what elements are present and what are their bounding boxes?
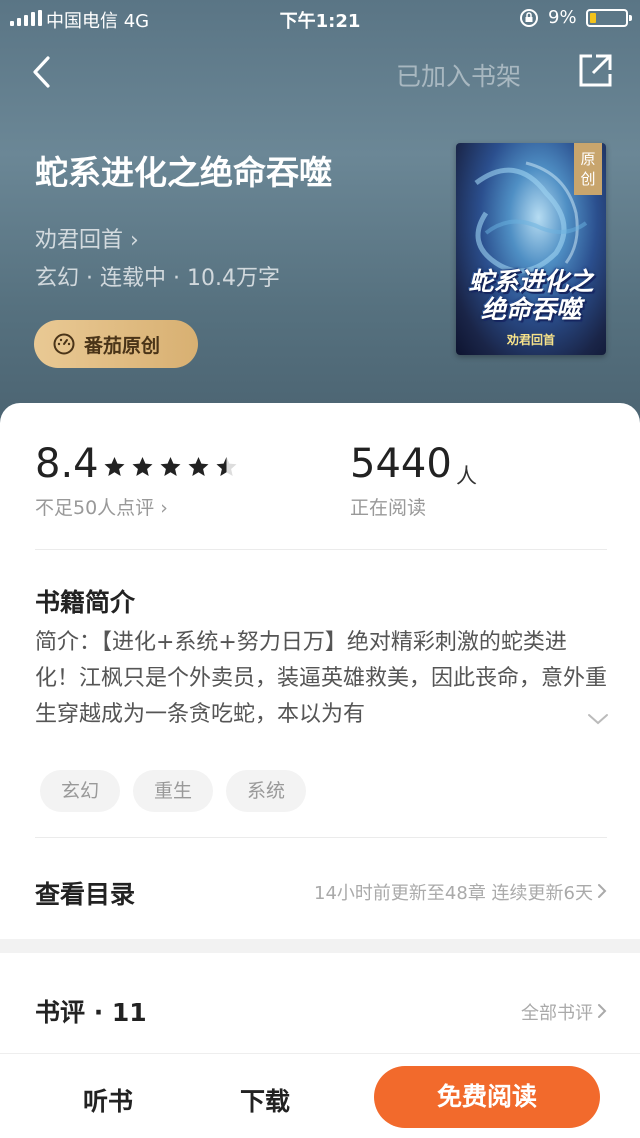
tag-chip[interactable]: 玄幻	[40, 770, 121, 812]
chevron-right-icon	[598, 884, 607, 898]
summary-fade	[460, 697, 570, 733]
star-icon	[104, 457, 125, 476]
rating-count-link[interactable]: 不足50人点评 ›	[35, 493, 168, 520]
status-bar: 中国电信 4G 下午1:21 9%	[0, 0, 640, 36]
rotation-lock-icon	[520, 9, 538, 27]
book-details-card: 8.4 不足50人点评 › 5440 人 正在阅读 书籍简介 简介：【进化+系统…	[0, 403, 640, 939]
author-link[interactable]: 劝君回首 ›	[35, 222, 139, 254]
cover-title: 蛇系进化之 绝命吞噬	[468, 267, 594, 324]
chevron-right-icon	[598, 1004, 607, 1018]
back-button[interactable]	[26, 52, 62, 92]
download-button[interactable]: 下载	[240, 1082, 290, 1118]
star-rating	[102, 455, 239, 479]
bottom-action-bar: 听书 下载 免费阅读	[0, 1053, 640, 1138]
fanqie-original-badge[interactable]: 番茄原创	[34, 320, 198, 368]
added-to-shelf-status: 已加入书架	[396, 62, 522, 91]
battery-icon	[586, 9, 632, 27]
half-star-icon	[216, 457, 237, 476]
cover-author: 劝君回首	[506, 333, 555, 347]
chevron-down-icon[interactable]	[586, 711, 610, 727]
badge-label: 番茄原创	[84, 334, 161, 357]
divider	[35, 837, 607, 838]
update-info[interactable]: 14小时前更新至48章 连续更新6天	[314, 879, 593, 905]
reviews-title: 书评 · 11	[35, 998, 147, 1027]
reviews-section: 书评 · 11 全部书评	[0, 953, 640, 1053]
book-meta: 玄幻 · 连载中 · 10.4万字	[35, 266, 280, 291]
star-icon	[160, 457, 181, 476]
summary-heading: 书籍简介	[35, 588, 136, 617]
book-title: 蛇系进化之绝命吞噬	[35, 153, 332, 192]
rating-score: 8.4	[35, 441, 99, 487]
free-read-button[interactable]: 免费阅读	[374, 1066, 600, 1128]
gauge-icon	[53, 333, 75, 355]
all-reviews-link[interactable]: 全部书评	[521, 999, 593, 1025]
original-tag: 原创	[574, 143, 602, 195]
tag-chip[interactable]: 重生	[133, 770, 214, 812]
listen-button[interactable]: 听书	[83, 1082, 133, 1118]
readers-count: 5440	[350, 441, 452, 487]
share-button[interactable]	[576, 52, 614, 90]
readers-unit: 人	[456, 464, 477, 488]
tag-chip[interactable]: 系统	[226, 770, 307, 812]
clock: 下午1:21	[279, 11, 361, 32]
divider	[35, 549, 607, 550]
book-cover[interactable]: 原创 蛇系进化之 绝命吞噬 劝君回首	[456, 143, 606, 355]
battery-percent: 9%	[548, 7, 577, 28]
tag-list: 玄幻 重生 系统	[40, 770, 307, 812]
star-icon	[188, 457, 209, 476]
star-icon	[132, 457, 153, 476]
readers-label: 正在阅读	[350, 497, 427, 519]
book-header: 中国电信 4G 下午1:21 9% 已加入书架 蛇系进化之绝命吞噬 劝君回首 ›…	[0, 0, 640, 440]
table-of-contents-link[interactable]: 查看目录	[35, 875, 135, 911]
